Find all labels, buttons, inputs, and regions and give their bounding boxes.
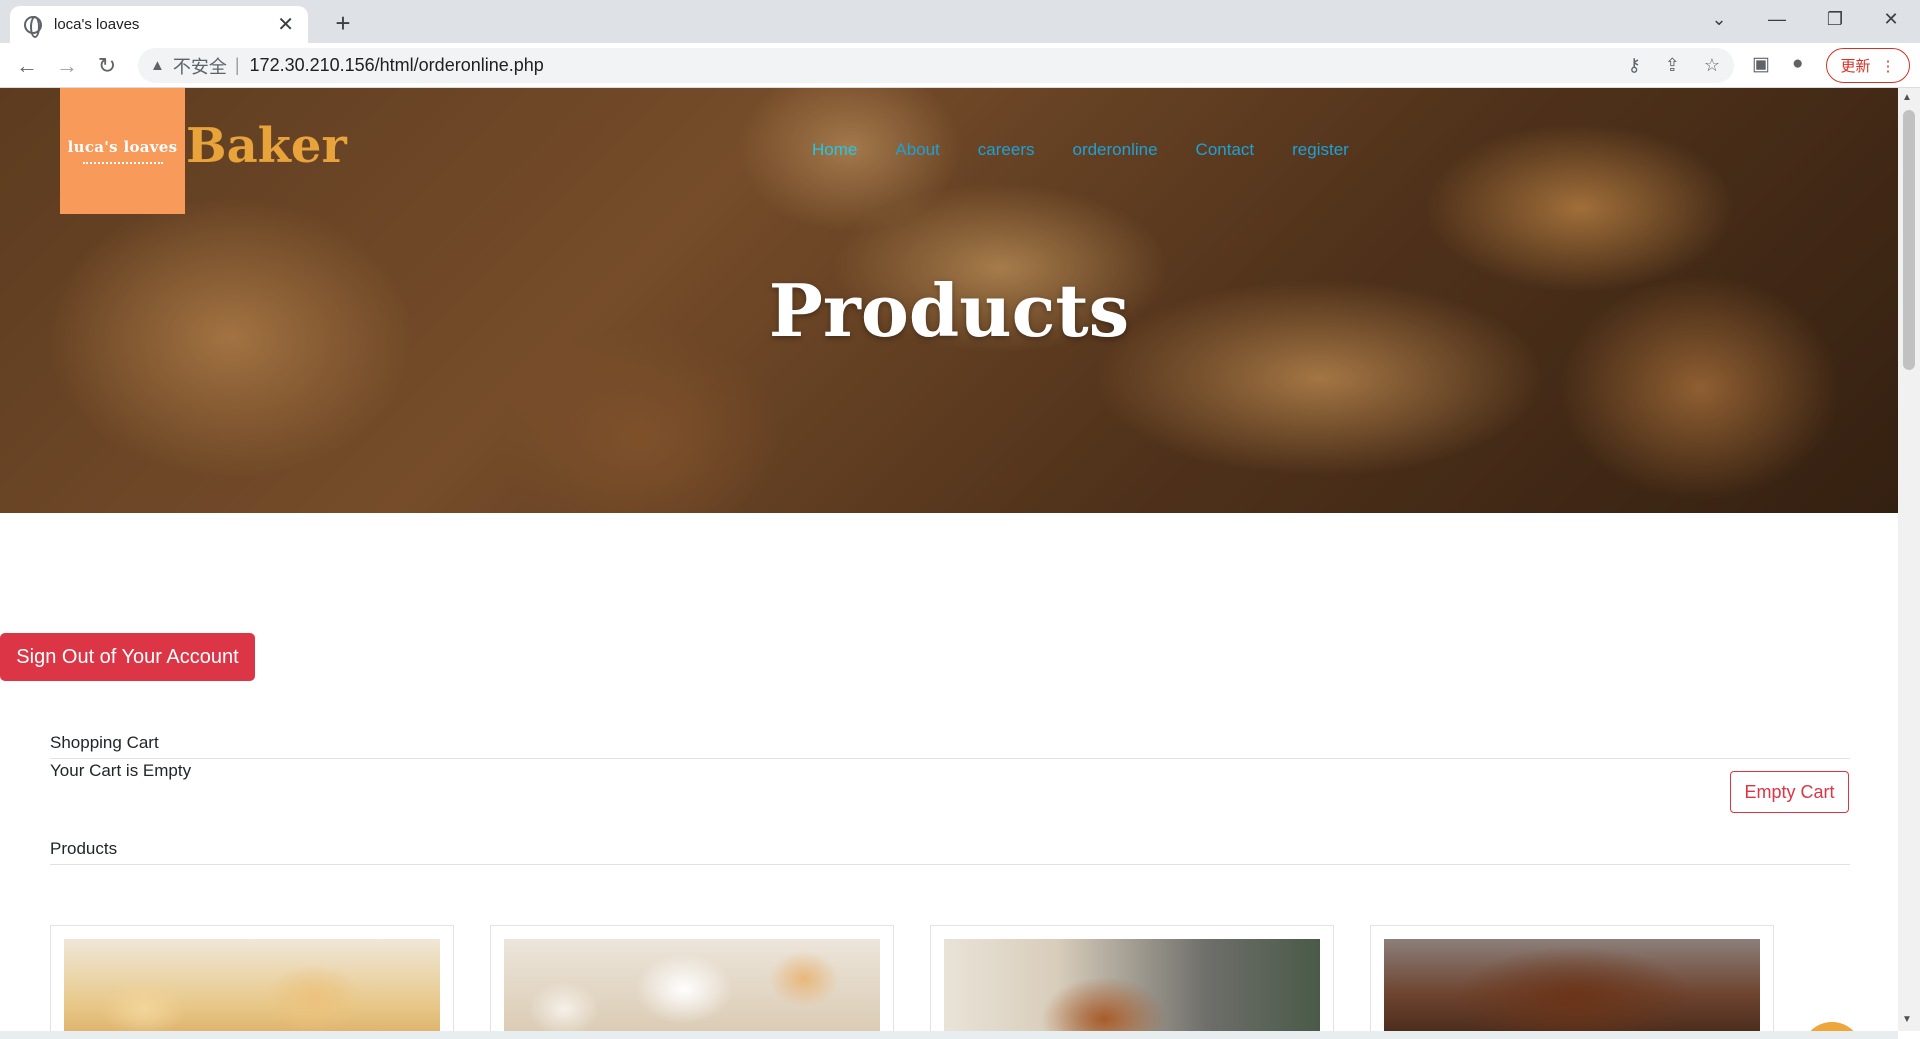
product-card[interactable]: [490, 925, 894, 1031]
page-scrollbar[interactable]: ▲ ▼: [1898, 88, 1920, 1031]
back-arrow-icon[interactable]: ←: [12, 51, 42, 81]
products-heading: Products: [50, 839, 118, 858]
cart-status: Your Cart is Empty: [50, 761, 192, 780]
back-to-top-button[interactable]: ↑: [1802, 1022, 1862, 1031]
side-panel-icon[interactable]: ▣: [1752, 53, 1770, 76]
nav-orderonline[interactable]: orderonline: [1072, 140, 1157, 160]
address-bar[interactable]: ▲ 不安全 | 172.30.210.156/html/orderonline.…: [138, 48, 1734, 83]
products-divider: [50, 864, 1850, 865]
product-image[interactable]: [1384, 939, 1760, 1031]
tab-close-icon[interactable]: ✕: [277, 12, 294, 37]
globe-icon: [24, 15, 42, 38]
cart-divider: [50, 758, 1850, 759]
page-viewport: luca's loaves Baker Home About careers o…: [0, 88, 1898, 1031]
browser-tab-bar: loca's loaves ✕ + ⌄ — ❐ ✕: [0, 0, 1920, 43]
cart-heading: Shopping Cart: [50, 733, 159, 752]
update-button[interactable]: 更新 ⋮: [1826, 48, 1910, 83]
key-icon[interactable]: ⚷: [1628, 55, 1641, 76]
sign-out-button[interactable]: Sign Out of Your Account: [0, 633, 255, 681]
restore-button[interactable]: ❐: [1806, 0, 1864, 38]
window-close-button[interactable]: ✕: [1862, 0, 1920, 38]
update-label: 更新: [1840, 58, 1871, 75]
scroll-up-icon[interactable]: ▲: [1902, 92, 1912, 103]
reload-icon[interactable]: ↻: [92, 51, 122, 81]
logo-text: luca's loaves: [67, 138, 178, 156]
empty-cart-button[interactable]: Empty Cart: [1730, 771, 1849, 813]
tab-search-icon[interactable]: ⌄: [1690, 0, 1748, 38]
page-title: Products: [768, 268, 1130, 353]
security-warning-text: 不安全: [172, 56, 227, 77]
nav-about[interactable]: About: [895, 140, 939, 160]
product-card[interactable]: [50, 925, 454, 1031]
new-tab-button[interactable]: +: [326, 6, 360, 40]
browser-tab[interactable]: loca's loaves ✕: [10, 6, 308, 43]
nav-home[interactable]: Home: [812, 140, 857, 160]
browser-toolbar: ← → ↻ ▲ 不安全 | 172.30.210.156/html/ordero…: [0, 43, 1920, 88]
product-card[interactable]: [1370, 925, 1774, 1031]
product-image[interactable]: [64, 939, 440, 1031]
nav-contact[interactable]: Contact: [1196, 140, 1255, 160]
scrollbar-thumb[interactable]: [1903, 110, 1915, 370]
hero-banner: luca's loaves Baker Home About careers o…: [0, 88, 1898, 513]
product-card[interactable]: [930, 925, 1334, 1031]
nav-careers[interactable]: careers: [978, 140, 1035, 160]
main-nav: Home About careers orderonline Contact r…: [812, 140, 1349, 160]
star-icon[interactable]: ☆: [1704, 55, 1720, 76]
nav-register[interactable]: register: [1292, 140, 1349, 160]
forward-arrow-icon[interactable]: →: [52, 51, 82, 81]
scroll-down-icon[interactable]: ▼: [1902, 1014, 1912, 1025]
profile-icon[interactable]: ●: [1792, 53, 1803, 75]
tab-title: loca's loaves: [54, 16, 140, 33]
url-separator: |: [234, 55, 240, 75]
share-icon[interactable]: ⇪: [1665, 55, 1680, 76]
more-menu-icon: ⋮: [1880, 57, 1896, 75]
bottom-strip: [0, 1031, 1898, 1039]
minimize-button[interactable]: —: [1748, 0, 1806, 38]
brand-name[interactable]: Baker: [186, 118, 347, 174]
logo-divider: [82, 162, 163, 164]
product-image[interactable]: [944, 939, 1320, 1031]
site-logo[interactable]: luca's loaves: [60, 88, 185, 214]
warning-icon: ▲: [150, 57, 165, 74]
product-image[interactable]: [504, 939, 880, 1031]
url-text[interactable]: 172.30.210.156/html/orderonline.php: [250, 55, 544, 76]
